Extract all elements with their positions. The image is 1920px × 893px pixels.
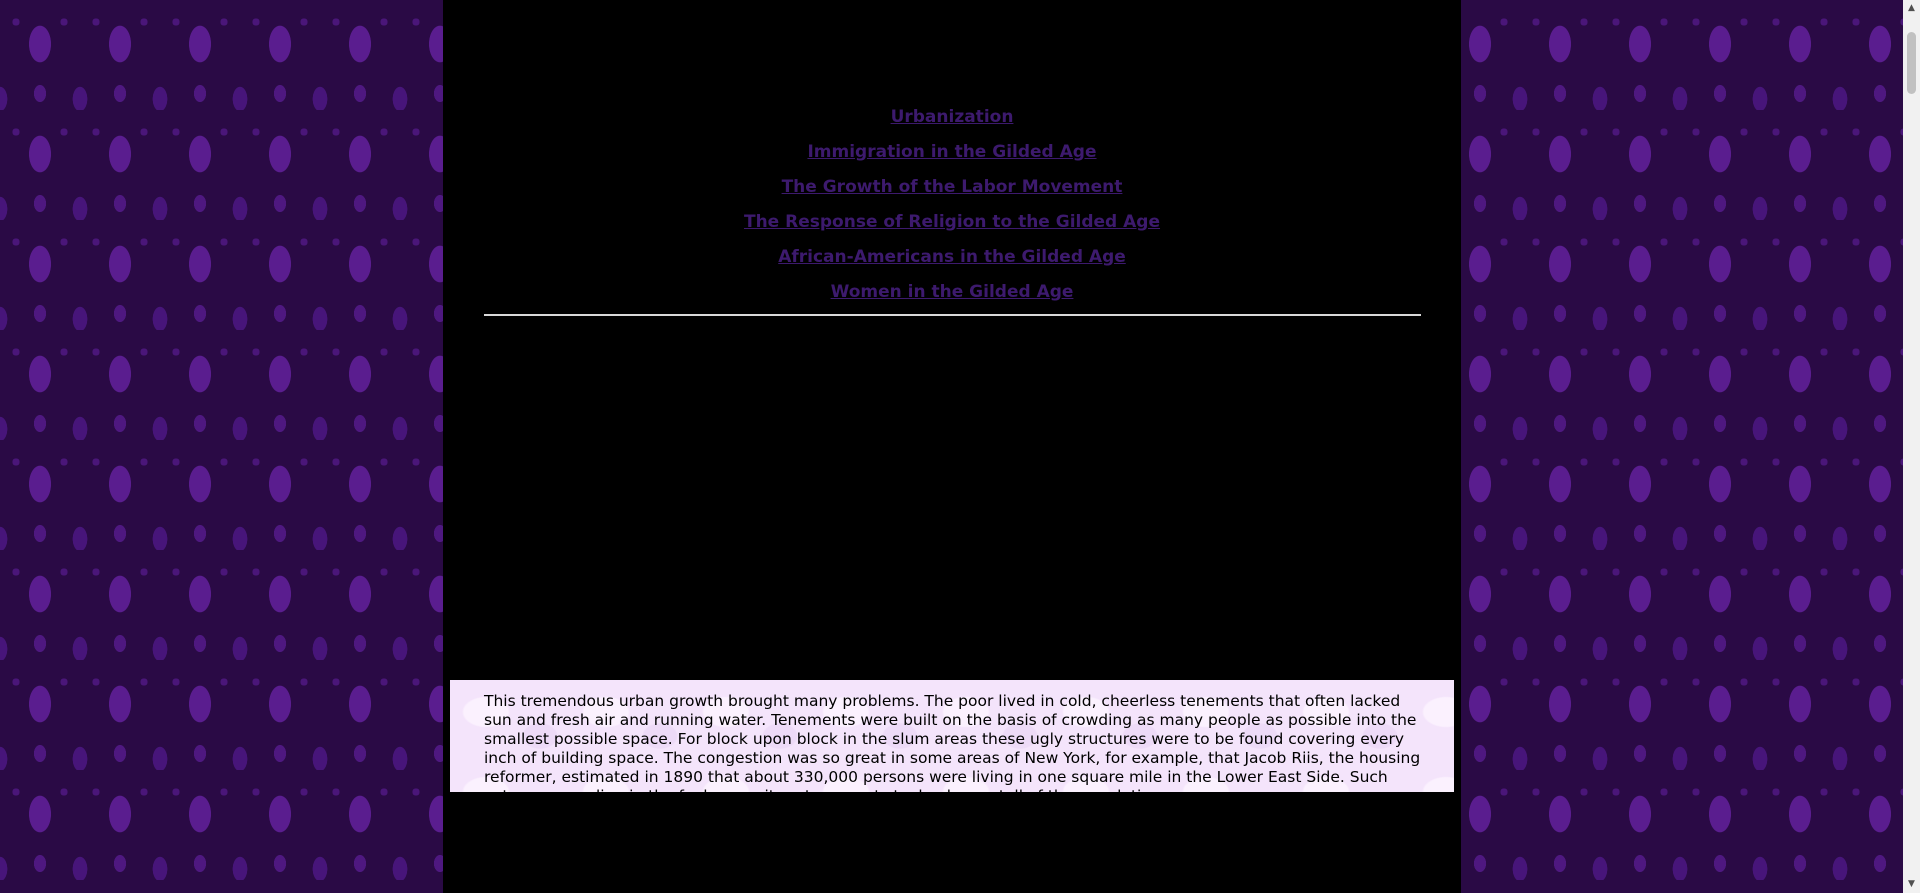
nav-link-immigration[interactable]: Immigration in the Gilded Age [443, 135, 1461, 170]
topic-nav: Urbanization Immigration in the Gilded A… [443, 100, 1461, 310]
nav-link-religion[interactable]: The Response of Religion to the Gilded A… [443, 205, 1461, 240]
scroll-up-icon[interactable]: ▲ [1903, 0, 1920, 17]
horizontal-divider [484, 314, 1421, 316]
main-page-column: Urbanization Immigration in the Gilded A… [443, 0, 1461, 893]
content-text-box[interactable]: This tremendous urban growth brought man… [450, 680, 1454, 792]
vertical-scrollbar[interactable]: ▲ ▼ [1903, 0, 1920, 893]
scroll-down-icon[interactable]: ▼ [1903, 876, 1920, 893]
nav-link-women[interactable]: Women in the Gilded Age [443, 275, 1461, 310]
scrollbar-thumb[interactable] [1907, 32, 1916, 94]
nav-link-african-americans[interactable]: African-Americans in the Gilded Age [443, 240, 1461, 275]
content-paragraph: This tremendous urban growth brought man… [484, 692, 1421, 792]
nav-link-labor-movement[interactable]: The Growth of the Labor Movement [443, 170, 1461, 205]
nav-link-urbanization[interactable]: Urbanization [443, 100, 1461, 135]
